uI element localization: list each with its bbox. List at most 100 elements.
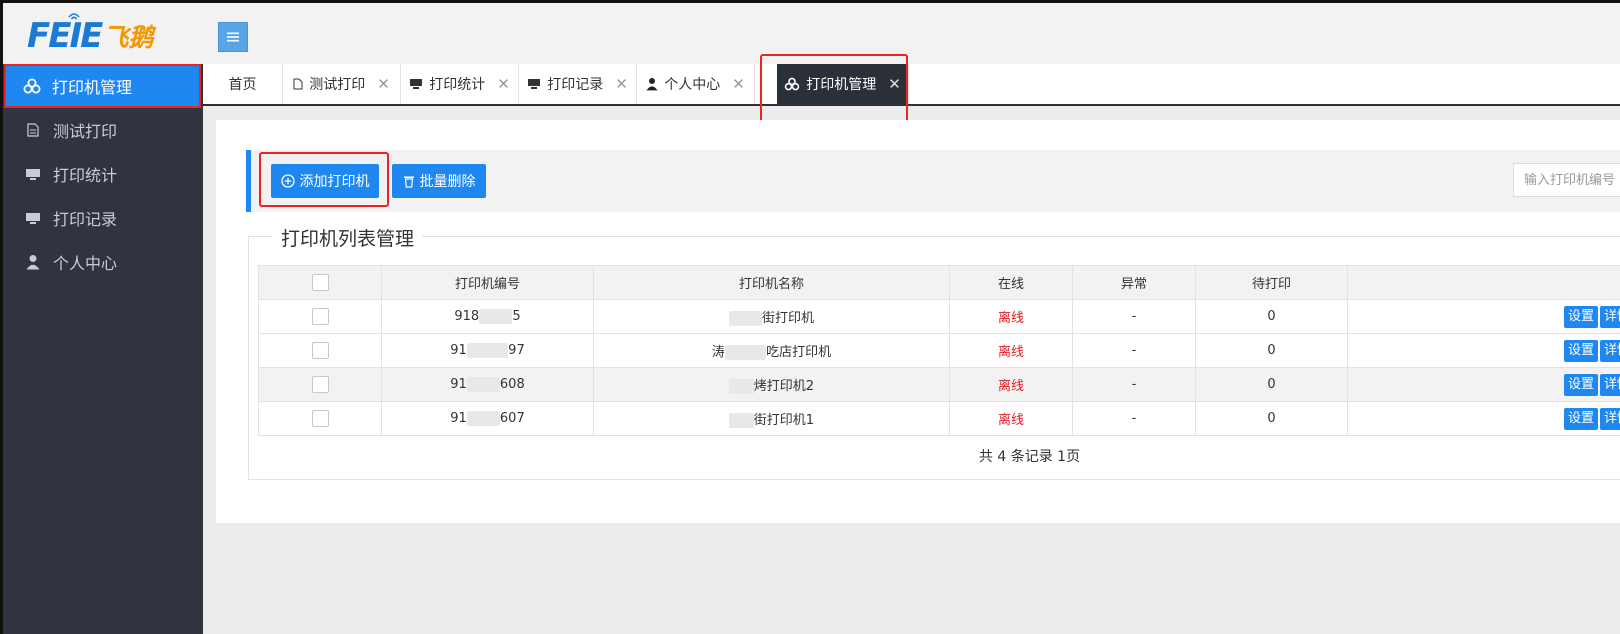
error-cell: - — [1072, 333, 1196, 368]
tab-test-print[interactable]: 测试打印 ✕ — [283, 64, 401, 104]
details-button[interactable]: 详情 — [1599, 305, 1620, 328]
tab-label: 测试打印 — [309, 77, 366, 93]
redacted-block: 0000 — [466, 377, 500, 392]
row-checkbox[interactable] — [311, 308, 329, 325]
toolbar: 添加打印机 批量删除 — [246, 150, 1620, 212]
row-checkbox[interactable] — [311, 342, 329, 359]
select-all-cell — [258, 265, 382, 300]
settings-button[interactable]: 设置 — [1563, 373, 1598, 396]
header: FEIE 飞鹅 — [3, 3, 1620, 64]
pending-cell: 0 — [1195, 367, 1348, 402]
printer-sn-cell: 910000607 — [381, 401, 594, 436]
sidebar-item-test-print[interactable]: 测试打印 — [3, 108, 203, 152]
close-icon[interactable]: ✕ — [888, 75, 901, 93]
tab-home[interactable]: 首页 — [203, 64, 283, 104]
error-cell: - — [1072, 367, 1196, 402]
table-row[interactable]: 910000097 涛00000吃店打印机 离线 - 0 设置详情测 — [258, 333, 1620, 368]
menu-toggle-button[interactable] — [218, 22, 248, 52]
document-icon — [23, 123, 43, 137]
close-icon[interactable]: ✕ — [377, 75, 390, 93]
actions-cell: 设置详情测 — [1347, 367, 1620, 402]
error-cell: - — [1072, 299, 1196, 334]
add-printer-button[interactable]: 添加打印机 — [271, 164, 379, 198]
actions-cell: 设置详情测 — [1347, 333, 1620, 368]
row-checkbox[interactable] — [311, 410, 329, 427]
tab-printer-management[interactable]: 打印机管理 ✕ — [777, 64, 909, 104]
row-checkbox[interactable] — [311, 376, 329, 393]
details-button[interactable]: 详情 — [1599, 339, 1620, 362]
pagination-summary: 共 4 条记录 1页 — [978, 449, 1081, 465]
details-button[interactable]: 详情 — [1599, 373, 1620, 396]
details-button[interactable]: 详情 — [1599, 407, 1620, 430]
column-header: 异常 — [1072, 265, 1196, 300]
printer-group-icon — [784, 77, 800, 91]
redacted-block: 00000 — [724, 345, 767, 360]
printer-table: 打印机编号 打印机名称 在线 异常 待打印 操作 91800005 0000街打… — [258, 265, 1620, 436]
redacted-block: 0000 — [479, 309, 513, 324]
error-cell: - — [1072, 401, 1196, 436]
tab-label: 打印统计 — [429, 77, 486, 93]
monitor-icon — [23, 211, 43, 225]
pending-cell: 0 — [1195, 299, 1348, 334]
table-row[interactable]: 91800005 0000街打印机 离线 - 0 设置详情测 — [258, 299, 1620, 334]
close-icon[interactable]: ✕ — [615, 75, 628, 93]
printer-sn-cell: 910000608 — [381, 367, 594, 402]
monitor-icon — [23, 167, 43, 181]
table-row[interactable]: 910000608 000烤打印机2 离线 - 0 设置详情测 — [258, 367, 1620, 402]
sidebar-item-print-stats[interactable]: 打印统计 — [3, 152, 203, 196]
tab-print-stats[interactable]: 打印统计 ✕ — [401, 64, 519, 104]
sidebar-item-print-records[interactable]: 打印记录 — [3, 196, 203, 240]
add-printer-label: 添加打印机 — [299, 174, 370, 190]
column-header: 打印机名称 — [593, 265, 950, 300]
redacted-block: 0000 — [728, 311, 763, 326]
sidebar-item-label: 个人中心 — [53, 254, 118, 273]
hamburger-icon — [227, 32, 239, 42]
online-status: 离线 — [949, 401, 1073, 436]
logo-en-text: FEIE — [27, 16, 103, 56]
user-icon — [23, 254, 43, 270]
wifi-icon — [68, 13, 80, 20]
close-icon[interactable]: ✕ — [732, 75, 745, 93]
actions-cell: 设置详情测 — [1347, 299, 1620, 334]
pending-cell: 0 — [1195, 401, 1348, 436]
column-header: 待打印 — [1195, 265, 1348, 300]
trash-icon — [403, 175, 415, 188]
pending-cell: 0 — [1195, 333, 1348, 368]
printer-group-icon — [22, 78, 42, 94]
sidebar-item-label: 打印记录 — [53, 210, 118, 229]
column-header: 操作 — [1347, 265, 1620, 300]
settings-button[interactable]: 设置 — [1563, 407, 1598, 430]
printer-sn-cell: 910000097 — [381, 333, 594, 368]
online-status: 离线 — [949, 367, 1073, 402]
sidebar-item-label: 测试打印 — [53, 122, 118, 141]
monitor-icon — [527, 78, 541, 90]
tab-print-records[interactable]: 打印记录 ✕ — [519, 64, 637, 104]
tab-label: 首页 — [228, 77, 257, 93]
redacted-block: 00000 — [466, 343, 509, 358]
printer-name-cell: 000烤打印机2 — [593, 367, 950, 402]
select-all-checkbox[interactable] — [311, 274, 329, 291]
redacted-block: 000 — [728, 379, 754, 394]
table-header-row: 打印机编号 打印机名称 在线 异常 待打印 操作 — [258, 265, 1620, 300]
printer-name-cell: 涛00000吃店打印机 — [593, 333, 950, 368]
table-row[interactable]: 910000607 000街打印机1 离线 - 0 设置详情测 — [258, 401, 1620, 436]
close-icon[interactable]: ✕ — [497, 75, 510, 93]
settings-button[interactable]: 设置 — [1563, 305, 1598, 328]
document-icon — [293, 78, 303, 90]
tab-label: 打印记录 — [547, 77, 604, 93]
sidebar-item-label: 打印统计 — [53, 166, 118, 185]
online-status: 离线 — [949, 299, 1073, 334]
settings-button[interactable]: 设置 — [1563, 339, 1598, 362]
online-status: 离线 — [949, 333, 1073, 368]
sidebar-item-printer-management[interactable]: 打印机管理 — [4, 64, 201, 108]
sidebar-item-label: 打印机管理 — [52, 78, 133, 97]
printer-search-input[interactable] — [1513, 163, 1620, 197]
tab-user-center[interactable]: 个人中心 ✕ — [637, 64, 755, 104]
tab-bar: 首页 测试打印 ✕ 打印统计 ✕ 打印记录 ✕ 个人中心 ✕ 打印机管理 ✕ — [203, 64, 1620, 106]
batch-delete-button[interactable]: 批量删除 — [392, 164, 486, 198]
sidebar-item-user-center[interactable]: 个人中心 — [3, 240, 203, 284]
plus-circle-icon — [280, 174, 295, 188]
batch-delete-label: 批量删除 — [419, 174, 476, 190]
printer-name-cell: 000街打印机1 — [593, 401, 950, 436]
logo: FEIE 飞鹅 — [27, 13, 153, 59]
